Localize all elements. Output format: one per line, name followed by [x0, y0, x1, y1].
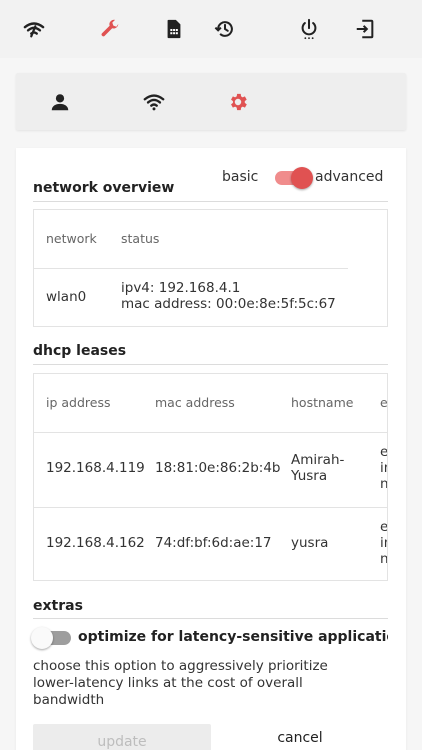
- gear-icon[interactable]: [226, 90, 250, 114]
- lease-ip-cell: 192.168.4.119: [46, 460, 145, 476]
- lease-mac-cell: 18:81:0e:86:2b:4b: [155, 460, 281, 476]
- row-divider: [34, 268, 348, 269]
- status-mac-cell: mac address: 00:0e:8e:5f:5c:67: [121, 296, 336, 312]
- lease-extra-cell: n: [380, 476, 388, 492]
- power-icon[interactable]: [296, 16, 322, 42]
- wifi-signal-icon[interactable]: [21, 16, 47, 42]
- lease-ip-cell: 192.168.4.162: [46, 535, 145, 551]
- settings-tab-bar: [16, 73, 406, 130]
- update-button[interactable]: update: [33, 724, 211, 750]
- row-divider: [34, 326, 348, 327]
- column-header-status: status: [121, 231, 160, 246]
- lease-hostname-cell: yusra: [291, 535, 329, 551]
- row-divider: [34, 507, 387, 508]
- wrench-icon[interactable]: [97, 16, 123, 42]
- dhcp-leases-table: ip address mac address hostname e 192.16…: [33, 373, 388, 581]
- lease-hostname-cell: Amirah-: [291, 452, 345, 468]
- latency-option-switch[interactable]: [31, 627, 71, 649]
- history-icon[interactable]: [212, 16, 238, 42]
- latency-option-label[interactable]: optimize for latency-sensitive applicati…: [78, 629, 388, 645]
- row-divider: [34, 432, 387, 433]
- logout-icon[interactable]: [352, 16, 378, 42]
- column-header-hostname: hostname: [291, 395, 354, 410]
- column-header-mac-address: mac address: [155, 395, 235, 410]
- status-ipv4-cell: ipv4: 192.168.4.1: [121, 280, 241, 296]
- mode-toggle-switch[interactable]: [275, 167, 313, 189]
- person-icon[interactable]: [48, 90, 72, 114]
- lease-extra-cell: n: [380, 551, 388, 567]
- extras-title: extras: [33, 598, 83, 614]
- lease-extra-cell: in: [380, 460, 387, 476]
- mode-toggle-knob: [291, 167, 313, 189]
- lease-extra-cell: e: [380, 444, 388, 460]
- latency-option-description: choose this option to aggressively prior…: [33, 658, 328, 708]
- mode-basic-label: basic: [222, 169, 259, 185]
- divider: [33, 201, 388, 202]
- lease-extra-cell: in: [380, 535, 387, 551]
- column-header-ip-address: ip address: [46, 395, 111, 410]
- sim-card-icon[interactable]: [161, 16, 187, 42]
- divider: [33, 364, 388, 365]
- network-table: network status wlan0 ipv4: 192.168.4.1 m…: [33, 209, 388, 327]
- top-toolbar: [0, 0, 422, 58]
- lease-hostname-cell-line2: Yusra: [291, 468, 328, 484]
- lease-mac-cell: 74:df:bf:6d:ae:17: [155, 535, 272, 551]
- wifi-icon[interactable]: [142, 90, 166, 114]
- dhcp-leases-title: dhcp leases: [33, 343, 127, 359]
- cancel-button[interactable]: cancel: [240, 730, 360, 750]
- divider: [33, 618, 388, 619]
- latency-option-knob: [31, 627, 53, 649]
- mode-advanced-label: advanced: [315, 169, 384, 185]
- column-header-network: network: [46, 231, 97, 246]
- lease-extra-cell: e: [380, 519, 388, 535]
- column-header-extra: e: [380, 395, 388, 410]
- network-name-cell: wlan0: [46, 289, 87, 305]
- network-overview-title: network overview: [33, 180, 175, 196]
